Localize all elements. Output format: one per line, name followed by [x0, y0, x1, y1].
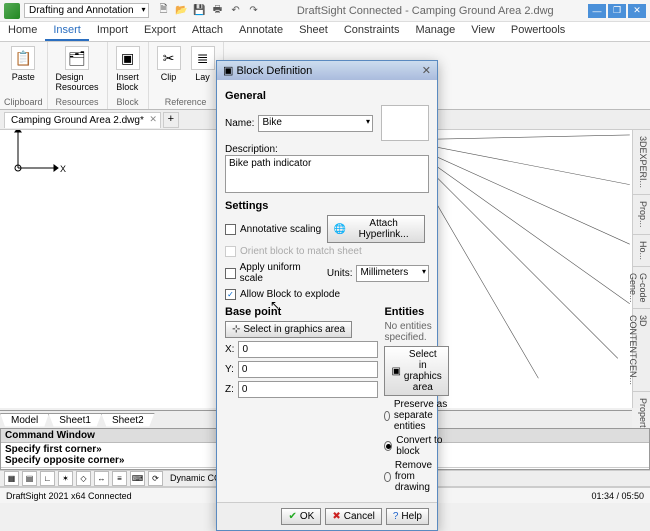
tab-view[interactable]: View — [463, 22, 503, 41]
tab-home[interactable]: Home — [0, 22, 45, 41]
block-definition-dialog: ▣ Block Definition ✕ General Name: Bike … — [216, 60, 438, 531]
rtab-ho[interactable]: Ho... — [633, 235, 650, 267]
name-combo[interactable]: Bike — [258, 115, 373, 132]
stab-model[interactable]: Model — [0, 413, 49, 427]
minimize-icon[interactable]: — — [588, 4, 606, 18]
snap-icon[interactable]: ▦ — [4, 471, 19, 486]
open-icon[interactable]: 📂 — [175, 4, 189, 18]
etrack-icon[interactable]: ↔ — [94, 471, 109, 486]
esnap-icon[interactable]: ◇ — [76, 471, 91, 486]
cancel-button[interactable]: ✖Cancel — [325, 508, 382, 525]
stab-sheet2[interactable]: Sheet2 — [101, 413, 155, 427]
close-icon[interactable]: ✕ — [628, 4, 646, 18]
svg-text:X: X — [60, 164, 66, 174]
units-combo[interactable]: Millimeters — [356, 265, 429, 282]
desc-label: Description: — [225, 144, 429, 155]
section-general: General — [225, 90, 429, 102]
rtab-prop[interactable]: Prop... — [633, 195, 650, 235]
lwt-icon[interactable]: ≡ — [112, 471, 127, 486]
new-icon[interactable]: 🗎 — [157, 4, 171, 18]
block-preview — [381, 105, 429, 141]
rtab-3dexp[interactable]: 3DEXPERI... — [633, 130, 650, 195]
units-label: Units: — [327, 268, 353, 279]
y-input[interactable] — [238, 361, 379, 378]
help-icon: ? — [393, 511, 399, 522]
allow-explode-check[interactable]: ✓Allow Block to explode — [225, 289, 429, 300]
dialog-icon: ▣ — [223, 64, 233, 77]
description-input[interactable]: Bike path indicator — [225, 155, 429, 193]
cycle-icon[interactable]: ⟳ — [148, 471, 163, 486]
rtab-gcode[interactable]: G-code Gene... — [633, 267, 650, 310]
orient-check: Orient block to match sheet — [225, 246, 429, 257]
annotative-check[interactable]: Annotative scaling — [225, 224, 323, 235]
z-input[interactable] — [238, 381, 379, 398]
tab-import[interactable]: Import — [89, 22, 136, 41]
print-icon[interactable]: 🖶 — [211, 4, 225, 18]
status-left: DraftSight 2021 x64 Connected — [6, 491, 132, 501]
select-icon: ▣ — [391, 366, 400, 377]
section-entities: Entities — [384, 306, 448, 318]
tab-insert[interactable]: Insert — [45, 22, 89, 41]
tab-annotate[interactable]: Annotate — [231, 22, 291, 41]
polar-icon[interactable]: ✶ — [58, 471, 73, 486]
rtab-3dcontent[interactable]: 3D CONTENTCEN... — [633, 309, 650, 392]
status-time: 01:34 / 05:50 — [591, 491, 644, 501]
document-tab[interactable]: Camping Ground Area 2.dwg*✕ — [4, 112, 161, 128]
tab-constraints[interactable]: Constraints — [336, 22, 408, 41]
maximize-icon[interactable]: ❐ — [608, 4, 626, 18]
x-label: X: — [225, 344, 234, 355]
tab-export[interactable]: Export — [136, 22, 184, 41]
clip-button[interactable]: ✂Clip — [153, 44, 185, 84]
name-label: Name: — [225, 118, 254, 129]
group-block: Block — [112, 97, 144, 107]
app-logo — [4, 3, 20, 19]
z-label: Z: — [225, 384, 234, 395]
check-icon: ✔ — [288, 511, 296, 522]
tab-powertools[interactable]: Powertools — [503, 22, 573, 41]
tab-sheet[interactable]: Sheet — [291, 22, 336, 41]
stab-sheet1[interactable]: Sheet1 — [48, 413, 102, 427]
group-resources: Resources — [52, 97, 103, 107]
help-button[interactable]: ?Help — [386, 508, 429, 525]
save-icon[interactable]: 💾 — [193, 4, 207, 18]
paste-button[interactable]: 📋Paste — [4, 44, 43, 84]
design-resources-button[interactable]: 🗂Design Resources — [52, 44, 103, 94]
dialog-title[interactable]: ▣ Block Definition ✕ — [217, 61, 437, 80]
dialog-close-icon[interactable]: ✕ — [422, 64, 431, 77]
x-input[interactable] — [238, 341, 378, 358]
x-icon: ✖ — [332, 511, 340, 522]
section-settings: Settings — [225, 200, 429, 212]
right-panel-tabs: 3DEXPERI... Prop... Ho... G-code Gene...… — [632, 130, 650, 408]
convert-radio[interactable]: Convert to block — [384, 435, 448, 457]
tab-attach[interactable]: Attach — [184, 22, 231, 41]
layer-button[interactable]: ≣Lay — [187, 44, 219, 84]
attach-hyperlink-button[interactable]: 🌐Attach Hyperlink... — [327, 215, 425, 243]
preserve-radio[interactable]: Preserve as separate entities — [384, 399, 448, 432]
group-reference: Reference — [153, 97, 219, 107]
workspace-combo[interactable]: Drafting and Annotation — [24, 3, 149, 18]
remove-radio[interactable]: Remove from drawing — [384, 460, 448, 493]
close-tab-icon[interactable]: ✕ — [149, 114, 157, 125]
select-entities-button[interactable]: ▣Select in graphics area — [384, 346, 448, 396]
uniform-scale-check[interactable]: Apply uniform scale — [225, 262, 323, 284]
y-label: Y: — [225, 364, 234, 375]
ribbon-tabs: Home Insert Import Export Attach Annotat… — [0, 22, 650, 42]
new-tab-button[interactable]: + — [163, 112, 179, 128]
tab-manage[interactable]: Manage — [407, 22, 463, 41]
group-clipboard: Clipboard — [4, 97, 43, 107]
insert-block-button[interactable]: ▣Insert Block — [112, 44, 144, 94]
ok-button[interactable]: ✔OK — [281, 508, 321, 525]
qinput-icon[interactable]: ⌨ — [130, 471, 145, 486]
redo-icon[interactable]: ↷ — [247, 4, 261, 18]
ortho-icon[interactable]: ∟ — [40, 471, 55, 486]
pick-icon: ⊹ — [232, 324, 240, 335]
select-basepoint-button[interactable]: ⊹Select in graphics area — [225, 321, 352, 338]
globe-icon: 🌐 — [334, 224, 346, 235]
section-basepoint: Base point — [225, 306, 378, 318]
title-bar: Drafting and Annotation 🗎 📂 💾 🖶 ↶ ↷ Draf… — [0, 0, 650, 22]
app-title: DraftSight Connected - Camping Ground Ar… — [263, 5, 588, 17]
no-entities-label: No entities specified. — [384, 321, 448, 343]
undo-icon[interactable]: ↶ — [229, 4, 243, 18]
grid-icon[interactable]: ▤ — [22, 471, 37, 486]
